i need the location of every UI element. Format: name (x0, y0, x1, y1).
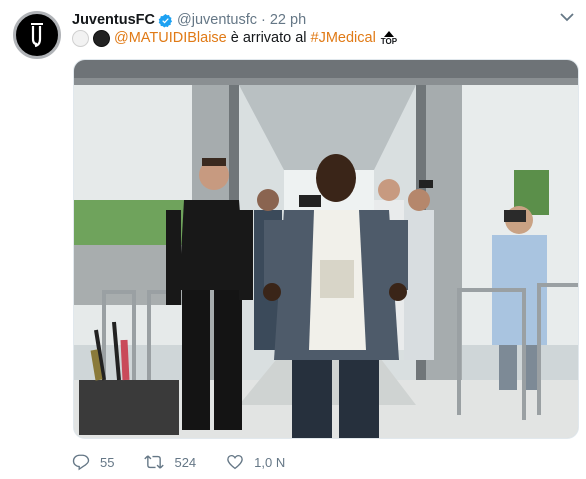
retweet-icon (144, 455, 165, 469)
verified-badge-icon (158, 13, 173, 27)
mention-link[interactable]: @MATUIDIBlaise (114, 30, 227, 46)
black-circle-emoji-icon (93, 29, 110, 47)
top-emoji-label: TOP (380, 36, 398, 46)
tweet-photo[interactable] (73, 59, 579, 439)
display-name[interactable]: JuventusFC (72, 12, 155, 28)
heart-icon (227, 454, 243, 470)
reply-button[interactable]: 55 (72, 453, 114, 471)
white-circle-emoji-icon (72, 29, 89, 47)
top-emoji-icon: TOP (380, 30, 398, 46)
tweet-text: @MATUIDIBlaise è arrivato al #JMedical T… (72, 27, 397, 49)
like-button[interactable]: 1,0 N (226, 453, 285, 471)
tweet-card[interactable]: JuventusFC @juventusfc · 22 ph @MATUIDIB… (0, 0, 586, 479)
like-count: 1,0 N (254, 454, 286, 470)
reply-count: 55 (100, 454, 115, 470)
juventus-logo-icon (31, 23, 43, 48)
photo-scene (74, 60, 578, 438)
separator-dot: · (261, 12, 266, 28)
reply-icon (72, 454, 90, 471)
tweet-timestamp[interactable]: 22 ph (270, 12, 306, 28)
account-handle[interactable]: @juventusfc (177, 12, 257, 28)
chevron-down-icon[interactable] (560, 12, 574, 22)
tweet-actions: 55 524 1,0 N (72, 451, 315, 473)
retweet-count: 524 (174, 454, 197, 470)
avatar[interactable] (13, 11, 61, 59)
retweet-button[interactable]: 524 (144, 453, 196, 471)
tweet-text-body: è arrivato al (230, 30, 307, 46)
hashtag-link[interactable]: #JMedical (311, 30, 376, 46)
